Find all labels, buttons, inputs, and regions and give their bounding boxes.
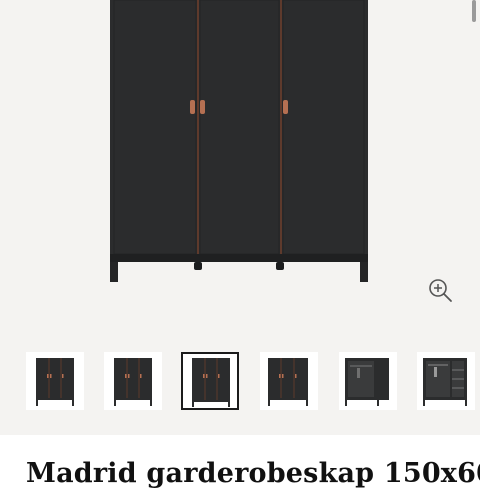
thumbnail[interactable]	[417, 352, 475, 410]
scroll-indicator[interactable]	[472, 0, 476, 22]
product-title: Madrid garderobeskap 150x60	[26, 458, 480, 489]
thumbnail[interactable]	[339, 352, 397, 410]
product-image-area	[0, 0, 480, 435]
thumbnail[interactable]	[260, 352, 318, 410]
thumbnail[interactable]	[104, 352, 162, 410]
thumbnail-selected[interactable]	[181, 352, 239, 410]
zoom-in-icon[interactable]	[426, 276, 454, 304]
thumbnail[interactable]	[26, 352, 84, 410]
thumbnail-strip	[0, 352, 480, 412]
product-main-image[interactable]	[0, 0, 480, 300]
